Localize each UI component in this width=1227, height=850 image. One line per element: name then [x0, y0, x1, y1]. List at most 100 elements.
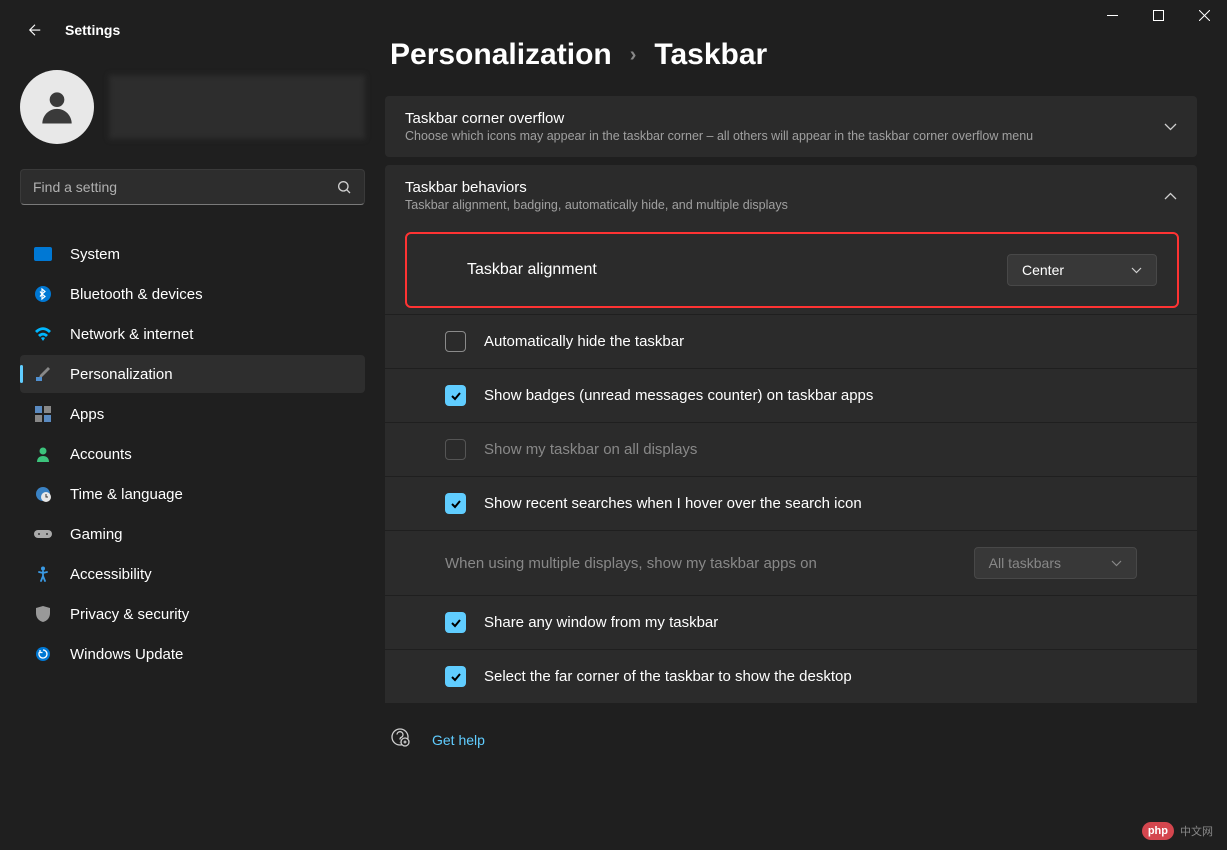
- minimize-icon: [1107, 15, 1118, 16]
- far-corner-row[interactable]: Select the far corner of the taskbar to …: [385, 649, 1197, 703]
- help-link-row: Get help: [385, 707, 1197, 762]
- nav-item-gaming[interactable]: Gaming: [20, 515, 365, 553]
- nav-label: Accessibility: [70, 566, 152, 583]
- wifi-icon: [34, 325, 52, 343]
- php-badge: php: [1142, 822, 1174, 840]
- breadcrumb: Personalization › Taskbar: [385, 38, 1227, 72]
- chevron-down-icon: [1111, 560, 1122, 567]
- nav-item-personalization[interactable]: Personalization: [20, 355, 365, 393]
- apps-icon: [34, 405, 52, 423]
- checkbox-label: Show my taskbar on all displays: [484, 441, 697, 458]
- nav-item-privacy[interactable]: Privacy & security: [20, 595, 365, 633]
- watermark: php 中文网: [1142, 822, 1213, 840]
- share-window-checkbox[interactable]: [445, 612, 466, 633]
- header-title: Settings: [65, 22, 120, 38]
- behaviors-card: Taskbar behaviors Taskbar alignment, bad…: [385, 165, 1197, 703]
- card-subtitle: Taskbar alignment, badging, automaticall…: [405, 198, 788, 212]
- card-title: Taskbar corner overflow: [405, 110, 1033, 127]
- monitor-icon: [34, 245, 52, 263]
- checkbox-label: Show badges (unread messages counter) on…: [484, 387, 873, 404]
- share-window-row[interactable]: Share any window from my taskbar: [385, 595, 1197, 649]
- chevron-down-icon: [1164, 118, 1177, 136]
- nav-label: Privacy & security: [70, 606, 189, 623]
- recent-searches-row[interactable]: Show recent searches when I hover over t…: [385, 476, 1197, 530]
- nav-item-bluetooth[interactable]: Bluetooth & devices: [20, 275, 365, 313]
- search-icon: [336, 179, 352, 195]
- back-button[interactable]: [25, 20, 45, 40]
- nav-label: Personalization: [70, 366, 173, 383]
- chevron-right-icon: ›: [630, 44, 637, 67]
- chevron-down-icon: [1131, 267, 1142, 274]
- all-displays-row: Show my taskbar on all displays: [385, 422, 1197, 476]
- behaviors-card-header[interactable]: Taskbar behaviors Taskbar alignment, bad…: [385, 165, 1197, 226]
- checkbox-label: Automatically hide the taskbar: [484, 333, 684, 350]
- profile-info-redacted: [109, 75, 365, 139]
- card-subtitle: Choose which icons may appear in the tas…: [405, 129, 1033, 143]
- checkbox-label: Share any window from my taskbar: [484, 614, 718, 631]
- header-row: Settings: [25, 20, 365, 40]
- nav-item-accessibility[interactable]: Accessibility: [20, 555, 365, 593]
- nav-item-time-language[interactable]: Time & language: [20, 475, 365, 513]
- close-icon: [1199, 10, 1210, 21]
- accounts-icon: [34, 445, 52, 463]
- multi-display-row: When using multiple displays, show my ta…: [385, 530, 1197, 595]
- nav-label: Bluetooth & devices: [70, 286, 203, 303]
- overflow-card: Taskbar corner overflow Choose which ico…: [385, 96, 1197, 157]
- breadcrumb-parent[interactable]: Personalization: [390, 38, 612, 72]
- search-input[interactable]: [33, 179, 336, 195]
- nav-label: System: [70, 246, 120, 263]
- overflow-card-header[interactable]: Taskbar corner overflow Choose which ico…: [385, 96, 1197, 157]
- all-displays-checkbox: [445, 439, 466, 460]
- maximize-button[interactable]: [1135, 0, 1181, 30]
- nav-label: Gaming: [70, 526, 123, 543]
- person-icon: [35, 85, 79, 129]
- nav-label: Accounts: [70, 446, 132, 463]
- nav-item-apps[interactable]: Apps: [20, 395, 365, 433]
- taskbar-alignment-row: Taskbar alignment Center: [405, 232, 1179, 308]
- badges-checkbox[interactable]: [445, 385, 466, 406]
- clock-globe-icon: [34, 485, 52, 503]
- nav-item-network[interactable]: Network & internet: [20, 315, 365, 353]
- alignment-label: Taskbar alignment: [467, 261, 597, 279]
- far-corner-checkbox[interactable]: [445, 666, 466, 687]
- nav-label: Network & internet: [70, 326, 193, 343]
- update-icon: [34, 645, 52, 663]
- auto-hide-checkbox[interactable]: [445, 331, 466, 352]
- window-controls: [385, 0, 1227, 38]
- auto-hide-row[interactable]: Automatically hide the taskbar: [385, 314, 1197, 368]
- accessibility-icon: [34, 565, 52, 583]
- profile-row[interactable]: [20, 70, 365, 144]
- recent-searches-checkbox[interactable]: [445, 493, 466, 514]
- multi-display-label: When using multiple displays, show my ta…: [445, 555, 817, 572]
- content-area: Taskbar corner overflow Choose which ico…: [385, 96, 1227, 850]
- watermark-text: 中文网: [1180, 823, 1213, 839]
- nav-item-system[interactable]: System: [20, 235, 365, 273]
- breadcrumb-current: Taskbar: [654, 38, 767, 72]
- nav-label: Time & language: [70, 486, 183, 503]
- help-link[interactable]: Get help: [432, 732, 485, 748]
- alignment-dropdown[interactable]: Center: [1007, 254, 1157, 286]
- maximize-icon: [1153, 10, 1164, 21]
- nav-item-windows-update[interactable]: Windows Update: [20, 635, 365, 673]
- card-title: Taskbar behaviors: [405, 179, 788, 196]
- close-button[interactable]: [1181, 0, 1227, 30]
- checkbox-label: Select the far corner of the taskbar to …: [484, 668, 852, 685]
- nav-item-accounts[interactable]: Accounts: [20, 435, 365, 473]
- dropdown-value: Center: [1022, 262, 1064, 278]
- arrow-left-icon: [26, 21, 44, 39]
- help-icon: [390, 727, 410, 752]
- badges-row[interactable]: Show badges (unread messages counter) on…: [385, 368, 1197, 422]
- nav-label: Windows Update: [70, 646, 183, 663]
- dropdown-value: All taskbars: [989, 555, 1061, 571]
- avatar: [20, 70, 94, 144]
- sidebar: Settings System Bluetooth & devices Netw…: [0, 0, 385, 850]
- bluetooth-icon: [34, 285, 52, 303]
- minimize-button[interactable]: [1089, 0, 1135, 30]
- multi-display-dropdown: All taskbars: [974, 547, 1137, 579]
- chevron-up-icon: [1164, 187, 1177, 205]
- gamepad-icon: [34, 525, 52, 543]
- paintbrush-icon: [34, 365, 52, 383]
- main-content: Personalization › Taskbar Taskbar corner…: [385, 0, 1227, 850]
- search-box[interactable]: [20, 169, 365, 205]
- shield-icon: [34, 605, 52, 623]
